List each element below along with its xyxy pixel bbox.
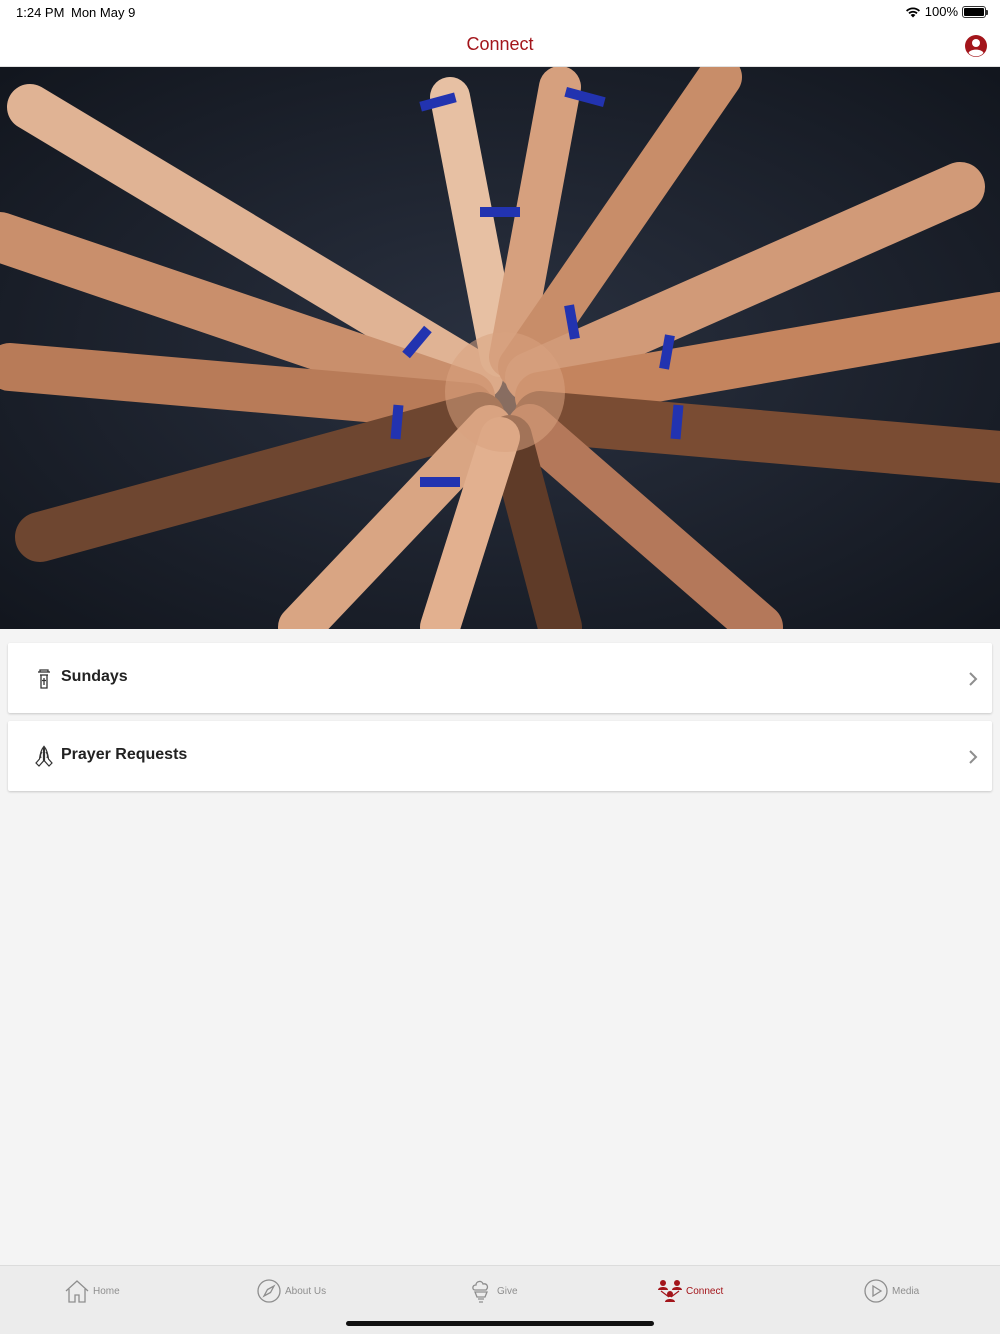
- praying-hands-icon: [35, 745, 53, 767]
- tab-media-label: Media: [892, 1285, 920, 1297]
- tab-about-us-label: About Us: [285, 1285, 327, 1297]
- church-pulpit-icon: [38, 669, 50, 689]
- page-title: Connect: [466, 34, 534, 54]
- status-date: Mon May 9: [71, 5, 136, 20]
- tab-give[interactable]: Give: [468, 1278, 518, 1304]
- home-icon: [65, 1280, 89, 1303]
- tab-give-label: Give: [497, 1285, 518, 1297]
- compass-icon: [257, 1279, 281, 1303]
- hero-image: [0, 67, 1000, 629]
- sundays-label: Sundays: [61, 668, 128, 685]
- sundays-row[interactable]: Sundays: [8, 643, 992, 713]
- status-bar: 1:24 PM Mon May 9 100%: [0, 0, 1000, 24]
- battery-icon: [962, 5, 988, 18]
- status-indicators: 100%: [905, 4, 988, 19]
- hands-circle-illustration: [0, 67, 1000, 629]
- prayer-requests-row[interactable]: Prayer Requests: [8, 721, 992, 791]
- profile-button[interactable]: [964, 34, 988, 58]
- status-time: 1:24 PM: [16, 5, 65, 20]
- tab-connect[interactable]: Connect: [657, 1278, 723, 1304]
- tab-home[interactable]: Home: [64, 1278, 120, 1304]
- battery-percent: 100%: [924, 4, 958, 19]
- nav-bar: Connect: [0, 24, 1000, 67]
- chevron-right-icon: [969, 672, 978, 686]
- tab-connect-label: Connect: [686, 1285, 724, 1297]
- give-icon: [472, 1280, 489, 1303]
- people-icon: [658, 1280, 682, 1302]
- wifi-icon: [905, 7, 920, 17]
- tab-home-label: Home: [93, 1285, 120, 1297]
- prayer-requests-label: Prayer Requests: [61, 746, 188, 763]
- play-icon: [864, 1279, 888, 1303]
- home-indicator[interactable]: [346, 1321, 654, 1326]
- chevron-right-icon: [969, 750, 978, 764]
- tab-about-us[interactable]: About Us: [256, 1278, 326, 1304]
- tab-media[interactable]: Media: [863, 1278, 919, 1304]
- user-icon: [965, 35, 987, 57]
